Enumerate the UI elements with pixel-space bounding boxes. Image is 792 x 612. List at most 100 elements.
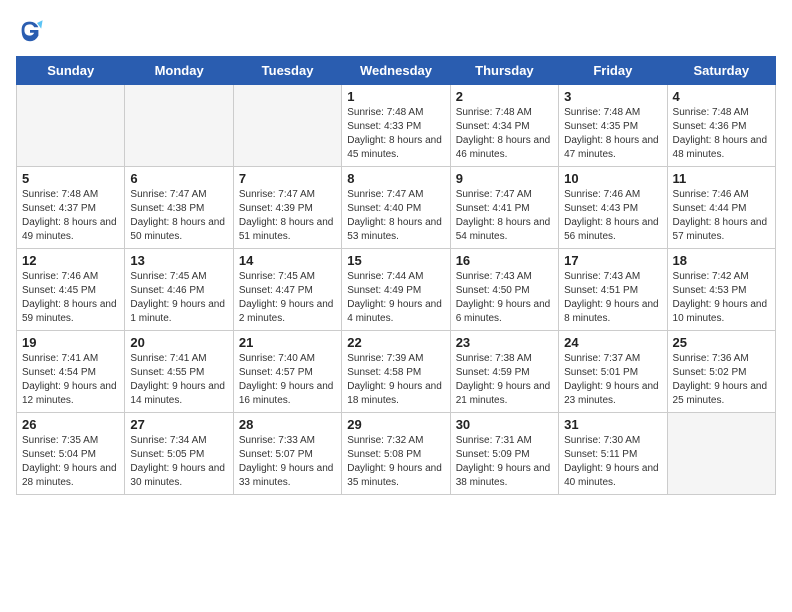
calendar-cell: 26 Sunrise: 7:35 AMSunset: 5:04 PMDayligh… [17, 413, 125, 495]
day-number: 31 [564, 417, 661, 432]
cell-content: Sunrise: 7:47 AMSunset: 4:38 PMDaylight:… [130, 188, 227, 244]
weekday-header-tuesday: Tuesday [233, 57, 341, 85]
day-number: 7 [239, 171, 336, 186]
cell-content: Sunrise: 7:31 AMSunset: 5:09 PMDaylight:… [456, 434, 553, 490]
day-number: 17 [564, 253, 661, 268]
day-number: 3 [564, 89, 661, 104]
day-number: 28 [239, 417, 336, 432]
calendar-cell: 8 Sunrise: 7:47 AMSunset: 4:40 PMDaylight… [342, 167, 450, 249]
cell-content: Sunrise: 7:47 AMSunset: 4:39 PMDaylight:… [239, 188, 336, 244]
day-number: 18 [673, 253, 770, 268]
calendar-week-3: 12 Sunrise: 7:46 AMSunset: 4:45 PMDayligh… [17, 249, 776, 331]
day-number: 8 [347, 171, 444, 186]
weekday-header-row: SundayMondayTuesdayWednesdayThursdayFrid… [17, 57, 776, 85]
day-number: 16 [456, 253, 553, 268]
calendar-cell: 15 Sunrise: 7:44 AMSunset: 4:49 PMDayligh… [342, 249, 450, 331]
weekday-header-monday: Monday [125, 57, 233, 85]
cell-content: Sunrise: 7:43 AMSunset: 4:50 PMDaylight:… [456, 270, 553, 326]
calendar-cell: 18 Sunrise: 7:42 AMSunset: 4:53 PMDayligh… [667, 249, 775, 331]
day-number: 22 [347, 335, 444, 350]
cell-content: Sunrise: 7:48 AMSunset: 4:37 PMDaylight:… [22, 188, 119, 244]
logo-icon [16, 16, 44, 44]
day-number: 11 [673, 171, 770, 186]
calendar: SundayMondayTuesdayWednesdayThursdayFrid… [16, 56, 776, 495]
cell-content: Sunrise: 7:41 AMSunset: 4:54 PMDaylight:… [22, 352, 119, 408]
calendar-week-2: 5 Sunrise: 7:48 AMSunset: 4:37 PMDaylight… [17, 167, 776, 249]
weekday-header-wednesday: Wednesday [342, 57, 450, 85]
calendar-cell: 5 Sunrise: 7:48 AMSunset: 4:37 PMDaylight… [17, 167, 125, 249]
calendar-cell: 7 Sunrise: 7:47 AMSunset: 4:39 PMDaylight… [233, 167, 341, 249]
calendar-cell: 30 Sunrise: 7:31 AMSunset: 5:09 PMDayligh… [450, 413, 558, 495]
day-number: 2 [456, 89, 553, 104]
day-number: 1 [347, 89, 444, 104]
cell-content: Sunrise: 7:38 AMSunset: 4:59 PMDaylight:… [456, 352, 553, 408]
calendar-week-1: 1 Sunrise: 7:48 AMSunset: 4:33 PMDaylight… [17, 85, 776, 167]
cell-content: Sunrise: 7:48 AMSunset: 4:33 PMDaylight:… [347, 106, 444, 162]
calendar-cell: 21 Sunrise: 7:40 AMSunset: 4:57 PMDayligh… [233, 331, 341, 413]
calendar-cell: 25 Sunrise: 7:36 AMSunset: 5:02 PMDayligh… [667, 331, 775, 413]
cell-content: Sunrise: 7:48 AMSunset: 4:36 PMDaylight:… [673, 106, 770, 162]
calendar-cell: 22 Sunrise: 7:39 AMSunset: 4:58 PMDayligh… [342, 331, 450, 413]
day-number: 12 [22, 253, 119, 268]
day-number: 9 [456, 171, 553, 186]
calendar-cell: 10 Sunrise: 7:46 AMSunset: 4:43 PMDayligh… [559, 167, 667, 249]
cell-content: Sunrise: 7:41 AMSunset: 4:55 PMDaylight:… [130, 352, 227, 408]
calendar-cell: 20Sunrise: 7:41 AMSunset: 4:55 PMDayligh… [125, 331, 233, 413]
cell-content: Sunrise: 7:46 AMSunset: 4:44 PMDaylight:… [673, 188, 770, 244]
calendar-cell: 19 Sunrise: 7:41 AMSunset: 4:54 PMDayligh… [17, 331, 125, 413]
cell-content: Sunrise: 7:35 AMSunset: 5:04 PMDaylight:… [22, 434, 119, 490]
day-number: 24 [564, 335, 661, 350]
cell-content: Sunrise: 7:46 AMSunset: 4:45 PMDaylight:… [22, 270, 119, 326]
cell-content: Sunrise: 7:34 AMSunset: 5:05 PMDaylight:… [130, 434, 227, 490]
cell-content: Sunrise: 7:45 AMSunset: 4:46 PMDaylight:… [130, 270, 227, 326]
calendar-week-5: 26 Sunrise: 7:35 AMSunset: 5:04 PMDayligh… [17, 413, 776, 495]
day-number: 5 [22, 171, 119, 186]
cell-content: Sunrise: 7:47 AMSunset: 4:41 PMDaylight:… [456, 188, 553, 244]
calendar-cell: 17 Sunrise: 7:43 AMSunset: 4:51 PMDayligh… [559, 249, 667, 331]
logo [16, 16, 48, 44]
page-header [16, 16, 776, 44]
day-number: 15 [347, 253, 444, 268]
day-number: 30 [456, 417, 553, 432]
cell-content: Sunrise: 7:42 AMSunset: 4:53 PMDaylight:… [673, 270, 770, 326]
calendar-cell: 12 Sunrise: 7:46 AMSunset: 4:45 PMDayligh… [17, 249, 125, 331]
cell-content: Sunrise: 7:39 AMSunset: 4:58 PMDaylight:… [347, 352, 444, 408]
calendar-cell: 29Sunrise: 7:32 AMSunset: 5:08 PMDayligh… [342, 413, 450, 495]
weekday-header-saturday: Saturday [667, 57, 775, 85]
cell-content: Sunrise: 7:40 AMSunset: 4:57 PMDaylight:… [239, 352, 336, 408]
day-number: 10 [564, 171, 661, 186]
day-number: 21 [239, 335, 336, 350]
cell-content: Sunrise: 7:47 AMSunset: 4:40 PMDaylight:… [347, 188, 444, 244]
cell-content: Sunrise: 7:36 AMSunset: 5:02 PMDaylight:… [673, 352, 770, 408]
calendar-week-4: 19 Sunrise: 7:41 AMSunset: 4:54 PMDayligh… [17, 331, 776, 413]
calendar-cell: 3 Sunrise: 7:48 AMSunset: 4:35 PMDaylight… [559, 85, 667, 167]
day-number: 25 [673, 335, 770, 350]
day-number: 29 [347, 417, 444, 432]
day-number: 19 [22, 335, 119, 350]
calendar-cell [233, 85, 341, 167]
cell-content: Sunrise: 7:46 AMSunset: 4:43 PMDaylight:… [564, 188, 661, 244]
cell-content: Sunrise: 7:33 AMSunset: 5:07 PMDaylight:… [239, 434, 336, 490]
calendar-cell: 13Sunrise: 7:45 AMSunset: 4:46 PMDayligh… [125, 249, 233, 331]
day-number: 27 [130, 417, 227, 432]
day-number: 6 [130, 171, 227, 186]
day-number: 26 [22, 417, 119, 432]
weekday-header-friday: Friday [559, 57, 667, 85]
calendar-cell [125, 85, 233, 167]
cell-content: Sunrise: 7:30 AMSunset: 5:11 PMDaylight:… [564, 434, 661, 490]
day-number: 23 [456, 335, 553, 350]
calendar-cell: 1 Sunrise: 7:48 AMSunset: 4:33 PMDaylight… [342, 85, 450, 167]
calendar-cell: 27 Sunrise: 7:34 AMSunset: 5:05 PMDayligh… [125, 413, 233, 495]
calendar-cell [17, 85, 125, 167]
cell-content: Sunrise: 7:48 AMSunset: 4:34 PMDaylight:… [456, 106, 553, 162]
cell-content: Sunrise: 7:44 AMSunset: 4:49 PMDaylight:… [347, 270, 444, 326]
calendar-cell: 6 Sunrise: 7:47 AMSunset: 4:38 PMDaylight… [125, 167, 233, 249]
calendar-cell: 14Sunrise: 7:45 AMSunset: 4:47 PMDayligh… [233, 249, 341, 331]
weekday-header-sunday: Sunday [17, 57, 125, 85]
calendar-cell: 2 Sunrise: 7:48 AMSunset: 4:34 PMDaylight… [450, 85, 558, 167]
cell-content: Sunrise: 7:43 AMSunset: 4:51 PMDaylight:… [564, 270, 661, 326]
weekday-header-thursday: Thursday [450, 57, 558, 85]
cell-content: Sunrise: 7:48 AMSunset: 4:35 PMDaylight:… [564, 106, 661, 162]
cell-content: Sunrise: 7:45 AMSunset: 4:47 PMDaylight:… [239, 270, 336, 326]
cell-content: Sunrise: 7:37 AMSunset: 5:01 PMDaylight:… [564, 352, 661, 408]
